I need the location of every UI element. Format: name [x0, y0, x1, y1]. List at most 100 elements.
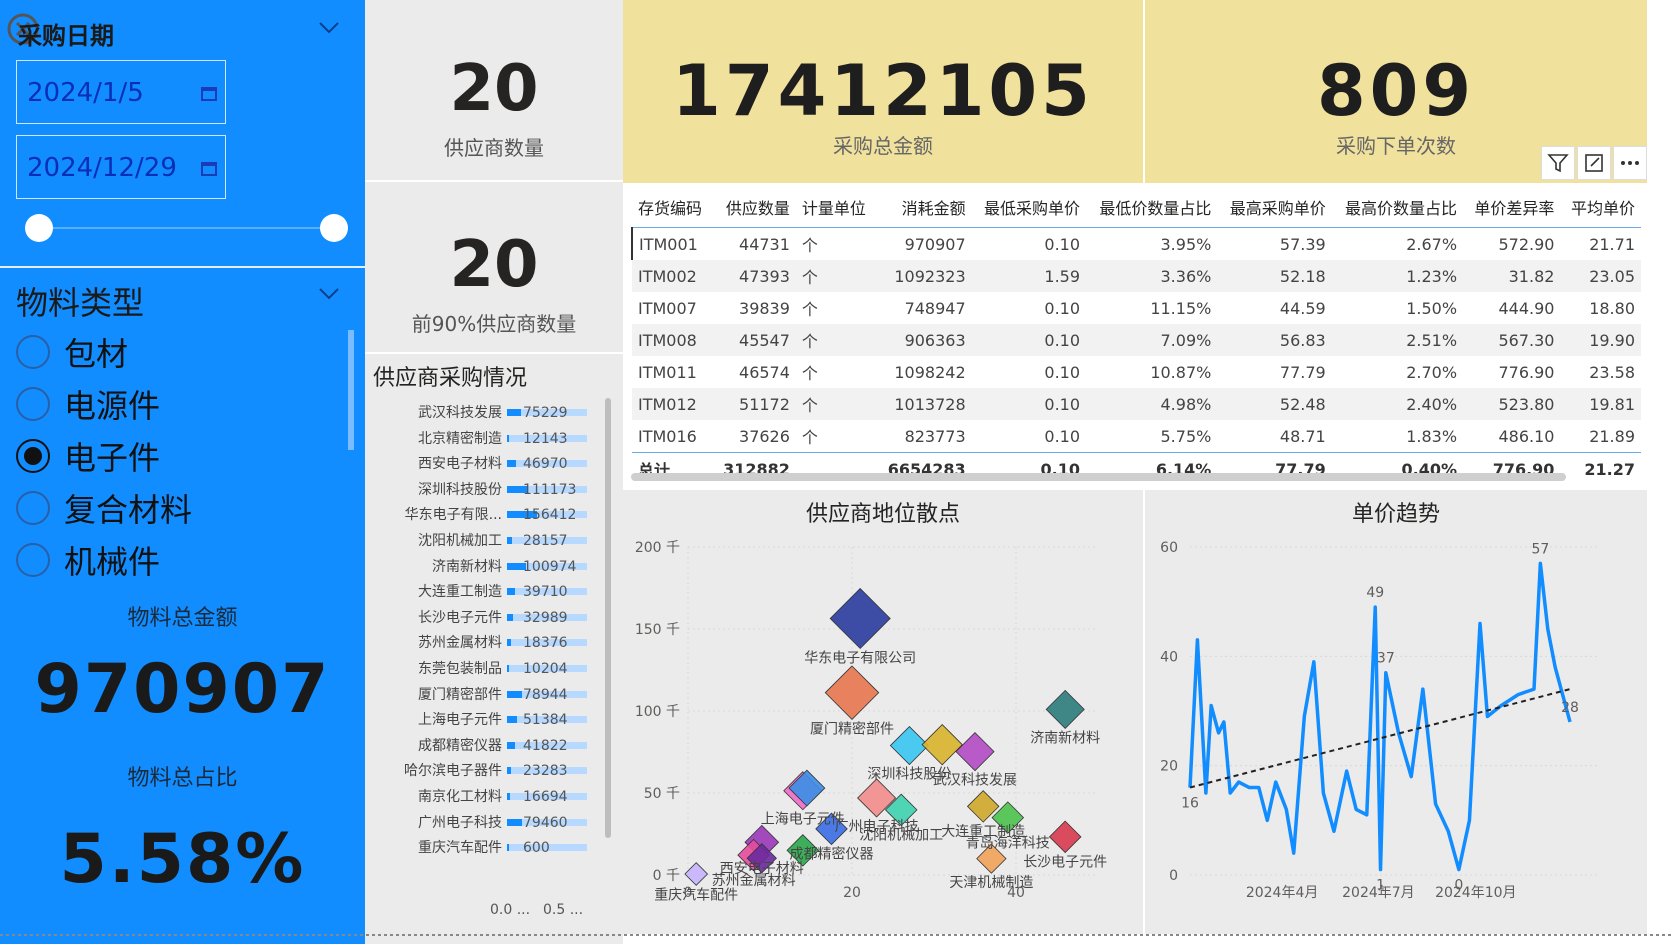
bar-value-label: 111173	[523, 481, 577, 498]
bar-row[interactable]: 重庆汽车配件 600	[365, 835, 623, 861]
bar-row[interactable]: 成都精密仪器 41822	[365, 733, 623, 759]
table-row[interactable]: ITM011 46574 个 1098242 0.10 10.87% 77.79 2.70% 7…	[632, 356, 1641, 388]
date-range-start-handle[interactable]	[25, 214, 53, 242]
bar-row[interactable]: 西安电子材料 46970	[365, 451, 623, 477]
table-cell: 个	[801, 300, 818, 319]
filter-icon[interactable]	[1541, 146, 1575, 180]
table-cell: 1.23%	[1331, 260, 1464, 292]
table-cell: 1.83%	[1406, 426, 1458, 446]
bar-row[interactable]: 东莞包装制品 10204	[365, 656, 623, 682]
bar-row[interactable]: 哈尔滨电子器件 23283	[365, 758, 623, 784]
bar-row[interactable]: 长沙电子元件 32989	[365, 605, 623, 631]
scatter-point[interactable]	[684, 862, 709, 886]
material-option[interactable]: 电源件	[16, 382, 160, 426]
bar[interactable]	[507, 716, 517, 724]
line-panel: 单价趋势 0 20 40 60 2024年4月 2024年7月 2024年10月 16 49 37…	[1145, 490, 1647, 934]
bar-scrollbar[interactable]	[605, 398, 611, 838]
scatter-point[interactable]	[955, 732, 995, 772]
table-row[interactable]: ITM008 45547 个 906363 0.10 7.09% 56.83 2.51% 567…	[632, 324, 1641, 356]
radio-button[interactable]	[16, 543, 50, 577]
bar-row[interactable]: 济南新材料 100974	[365, 554, 623, 580]
column-header[interactable]: 平均单价	[1560, 187, 1641, 228]
bar[interactable]	[507, 844, 509, 852]
bar[interactable]	[507, 639, 511, 647]
column-header[interactable]: 存货编码	[632, 187, 713, 228]
scatter-point[interactable]	[829, 587, 891, 650]
column-header[interactable]: 计量单位	[795, 187, 877, 228]
end-date-input[interactable]: 2024/12/29	[16, 135, 226, 199]
chevron-down-icon[interactable]	[318, 16, 340, 38]
radio-button[interactable]	[16, 439, 50, 473]
bar-row[interactable]: 武汉科技发展 75229	[365, 400, 623, 426]
table-row[interactable]: ITM002 47393 个 1092323 1.59 3.36% 52.18 1.23% 31…	[632, 260, 1641, 292]
material-option[interactable]: 复合材料	[16, 486, 192, 530]
column-header[interactable]: 最低价数量占比	[1086, 187, 1218, 228]
bar[interactable]	[507, 741, 516, 749]
series-line[interactable]	[1188, 561, 1572, 872]
calendar-icon[interactable]	[201, 162, 217, 176]
bar-row[interactable]: 上海电子元件 51384	[365, 707, 623, 733]
chevron-down-icon[interactable]	[318, 282, 340, 304]
slicer-scrollbar[interactable]	[348, 330, 354, 450]
bar[interactable]	[507, 793, 511, 800]
bar[interactable]	[507, 460, 516, 468]
column-header[interactable]: 最高采购单价	[1217, 187, 1332, 228]
table-row[interactable]: ITM001 44731 个 970907 0.10 3.95% 57.39 2.67% 572…	[630, 227, 1641, 260]
bar-row[interactable]: 南京化工材料 16694	[365, 784, 623, 810]
table-cell: 23.58	[1589, 362, 1635, 382]
bar[interactable]	[507, 409, 522, 416]
material-total-ratio-label: 物料总占比	[127, 766, 238, 791]
bar[interactable]	[507, 613, 514, 621]
scatter-point[interactable]	[1045, 689, 1085, 729]
bar-row[interactable]: 深圳科技股份 111173	[365, 477, 623, 503]
date-range-end-handle[interactable]	[320, 214, 348, 242]
bar[interactable]	[507, 537, 513, 544]
table-row[interactable]: ITM012 51172 个 1013728 0.10 4.98% 52.48 2.40% 52…	[632, 388, 1641, 420]
bar-value-label: 78944	[523, 686, 568, 703]
bar-row[interactable]: 大连重工制造 39710	[365, 579, 623, 605]
scatter-point[interactable]	[921, 724, 963, 766]
bar[interactable]	[507, 434, 510, 442]
bar-value-label: 39710	[523, 584, 568, 601]
bar-row[interactable]: 华东电子有限... 156412	[365, 502, 623, 528]
material-option[interactable]: 电子件	[16, 434, 160, 478]
material-option[interactable]: 包材	[16, 330, 128, 374]
radio-button[interactable]	[16, 387, 50, 421]
line-chart: 02040602024年4月 2024年7月 2024年10月1649371 0572…	[1160, 540, 1600, 901]
bar[interactable]	[507, 690, 523, 698]
radio-button[interactable]	[16, 491, 50, 525]
scatter-point[interactable]	[1048, 820, 1082, 854]
bar[interactable]	[507, 588, 515, 596]
table-horizontal-scrollbar[interactable]	[631, 473, 1566, 481]
column-header[interactable]: 单价差异率	[1463, 187, 1561, 228]
column-header[interactable]: 供应数量	[712, 187, 796, 228]
bar-category-label: 武汉科技发展	[418, 405, 502, 421]
point-label: 济南新材料	[1030, 730, 1100, 746]
bar-row[interactable]: 北京精密制造 12143	[365, 426, 623, 452]
table-cell: 44.59	[1279, 298, 1326, 318]
bar-category-label: 沈阳机械加工	[418, 533, 502, 549]
bar[interactable]	[507, 767, 512, 775]
table-row[interactable]: ITM016 37626 个 823773 0.10 5.75% 48.71 1.83% 486…	[632, 420, 1641, 453]
bar-row[interactable]: 沈阳机械加工 28157	[365, 528, 623, 554]
column-header[interactable]: 消耗金额	[876, 187, 972, 228]
bar[interactable]	[507, 818, 523, 826]
material-total-amount-label: 物料总金额	[127, 606, 238, 631]
table-row[interactable]: ITM007 39839 个 748947 0.10 11.15% 44.59 1.50% 44…	[632, 292, 1641, 324]
item-table-panel: 存货编码 供应数量 计量单位 消耗金额 最低采购单价 最低价数量占比 最高采购单价 最高价数量…	[623, 183, 1647, 488]
bar[interactable]	[507, 665, 509, 672]
bar-row[interactable]: 苏州金属材料 18376	[365, 630, 623, 656]
table-cell: 572.90	[1498, 234, 1555, 254]
more-options-icon[interactable]	[1613, 146, 1647, 180]
table-cell: 77.79	[1279, 362, 1326, 382]
start-date-input[interactable]: 2024/1/5	[16, 60, 226, 124]
date-slicer-title: 采购日期	[18, 22, 114, 50]
material-option[interactable]: 机械件	[16, 538, 160, 582]
radio-button[interactable]	[16, 335, 50, 369]
focus-mode-icon[interactable]	[1577, 146, 1611, 180]
column-header[interactable]: 最低采购单价	[971, 187, 1087, 228]
bar-row[interactable]: 广州电子科技 79460	[365, 810, 623, 836]
column-header[interactable]: 最高价数量占比	[1331, 187, 1464, 228]
calendar-icon[interactable]	[201, 87, 217, 101]
bar-row[interactable]: 厦门精密部件 78944	[365, 682, 623, 708]
